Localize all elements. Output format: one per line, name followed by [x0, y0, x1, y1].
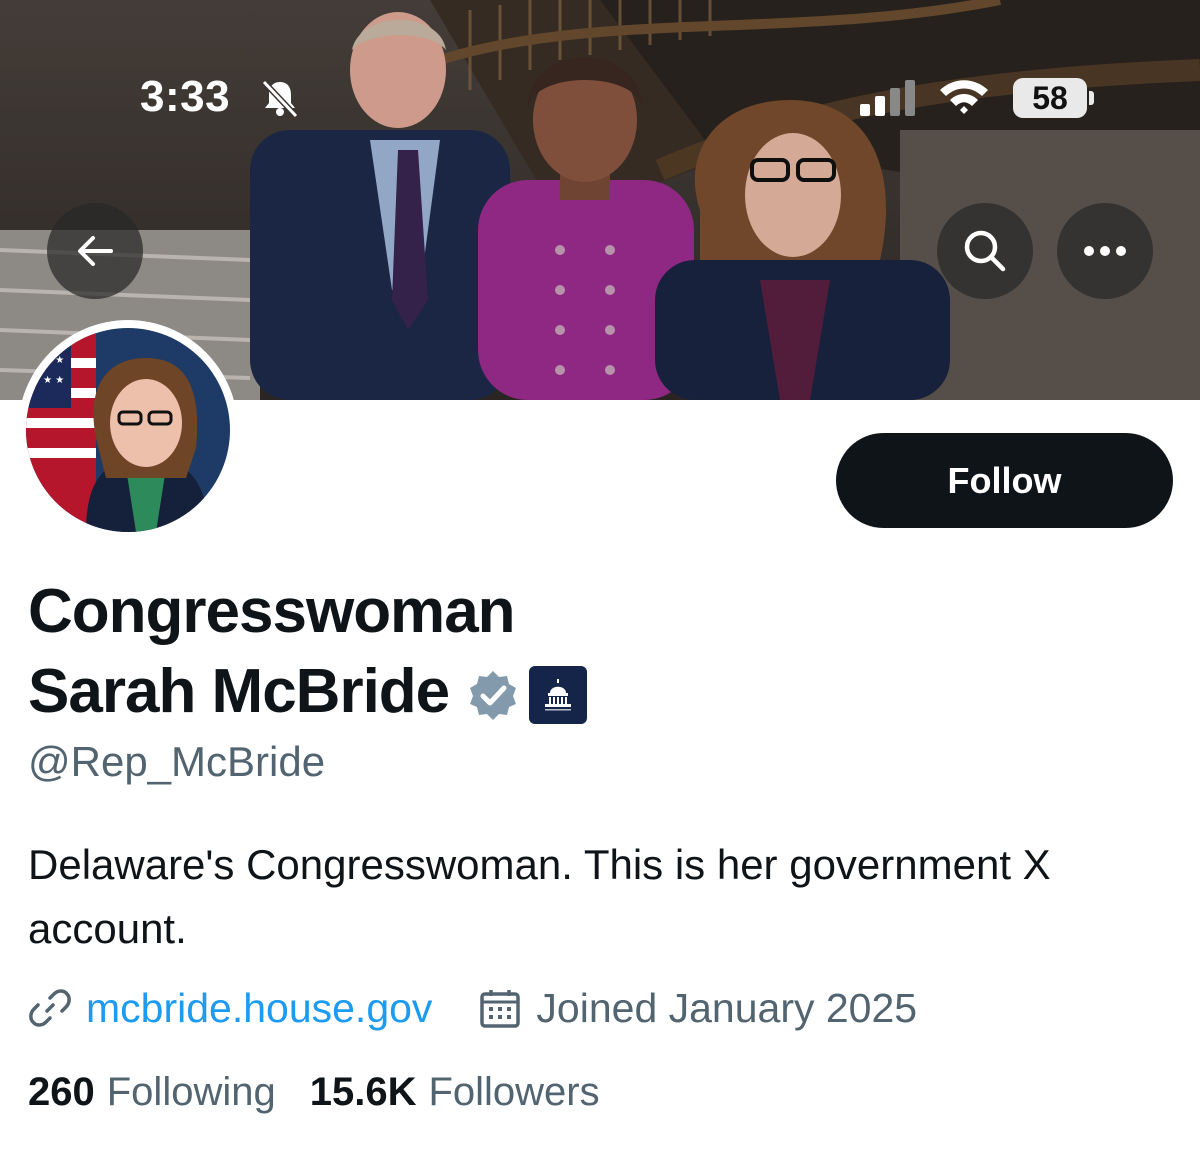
profile-avatar[interactable]: ★ ★ ★★ ★ ★★ ★ ★	[18, 320, 238, 540]
profile-name: Congresswoman Sarah McBride	[28, 572, 728, 732]
wifi-icon	[940, 80, 988, 114]
cellular-signal-icon	[860, 80, 915, 116]
following-label: Following	[106, 1070, 276, 1114]
follow-stats: 260 Following 15.6K Followers	[28, 1070, 600, 1115]
profile-name-line2-row: Sarah McBride	[28, 652, 588, 732]
back-arrow-icon	[78, 236, 113, 266]
avatar-photo: ★ ★ ★★ ★ ★★ ★ ★	[26, 328, 230, 532]
search-icon	[964, 230, 1006, 272]
more-options-button[interactable]	[1057, 203, 1153, 299]
link-icon	[29, 989, 71, 1027]
profile-meta-row: mcbride.house.gov Joined January 2025	[28, 980, 917, 1036]
followers-label: Followers	[428, 1070, 600, 1114]
battery-nub	[1089, 91, 1094, 105]
affiliation-badge[interactable]	[529, 666, 588, 724]
battery-icon: 58	[1013, 78, 1087, 118]
profile-name-line2: Sarah McBride	[28, 657, 450, 726]
avatar-portrait: ★ ★ ★★ ★ ★★ ★ ★	[26, 328, 230, 532]
verified-badge-icon[interactable]	[467, 669, 519, 721]
profile-name-line1: Congresswoman	[28, 577, 516, 646]
profile-bio: Delaware's Congresswoman. This is her go…	[28, 841, 1051, 952]
svg-text:★ ★ ★: ★ ★ ★	[31, 375, 64, 386]
follow-button[interactable]: Follow	[836, 433, 1173, 528]
website-link[interactable]: mcbride.house.gov	[86, 985, 432, 1032]
status-time: 3:33	[140, 72, 231, 121]
following-count: 260	[28, 1070, 95, 1114]
search-button[interactable]	[937, 203, 1033, 299]
followers-stat[interactable]: 15.6K Followers	[310, 1070, 600, 1115]
bell-muted-icon	[261, 79, 299, 119]
joined-date: Joined January 2025	[536, 984, 918, 1031]
followers-count: 15.6K	[309, 1070, 417, 1114]
calendar-icon	[480, 990, 521, 1028]
following-stat[interactable]: 260 Following	[28, 1070, 276, 1115]
back-button[interactable]	[47, 203, 143, 299]
profile-handle: @Rep_McBride	[28, 738, 326, 785]
capitol-icon	[545, 679, 572, 711]
more-options-icon	[1084, 246, 1126, 256]
stat-gap	[276, 1070, 310, 1115]
status-bar: 3:33 58	[0, 0, 1200, 140]
